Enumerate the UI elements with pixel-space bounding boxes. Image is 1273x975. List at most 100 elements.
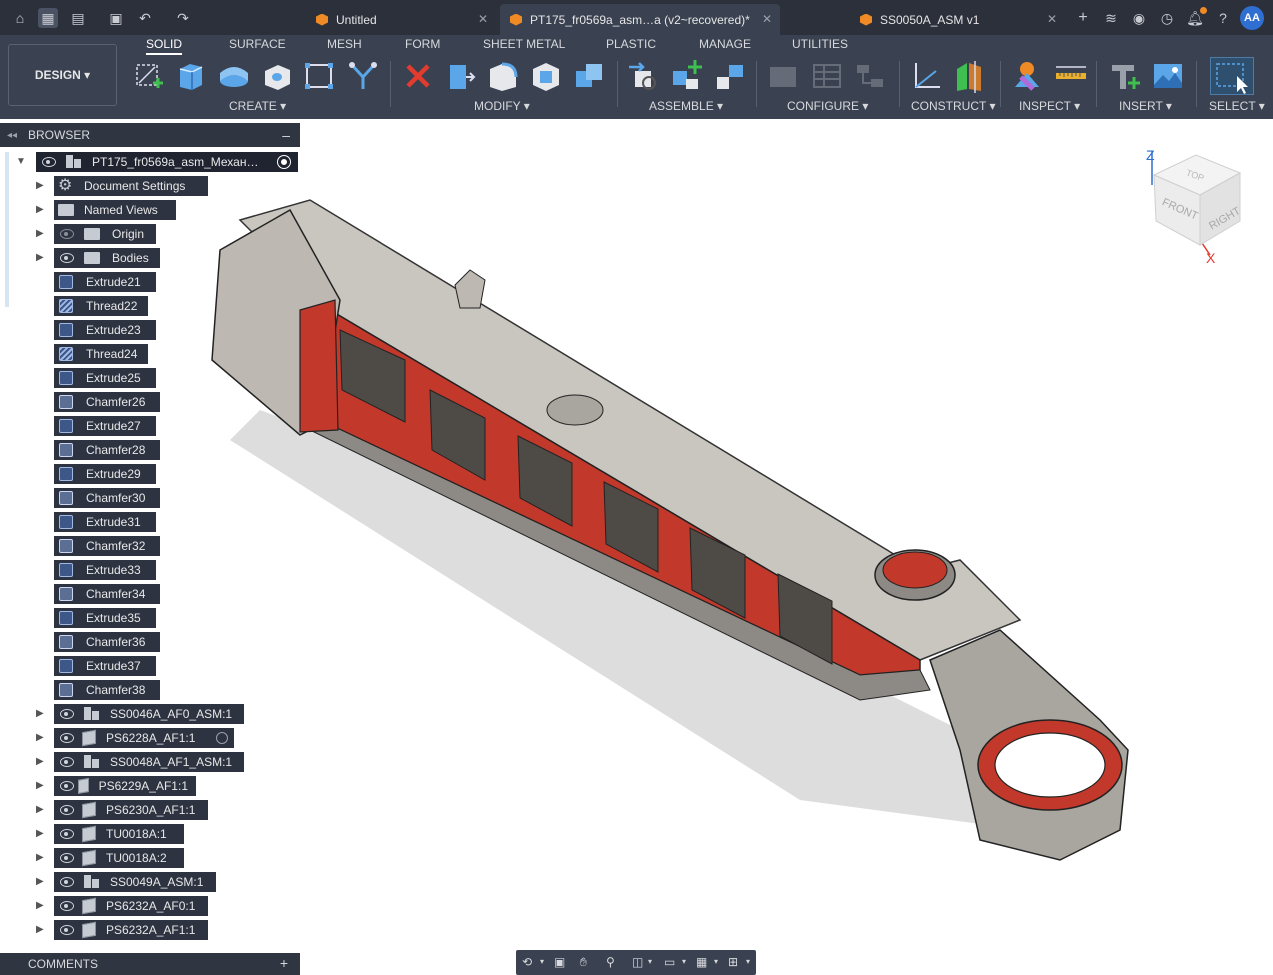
comments-panel-header[interactable]: COMMENTS + bbox=[0, 953, 300, 975]
config-table-icon[interactable] bbox=[810, 59, 844, 93]
select-tool-button[interactable] bbox=[1210, 57, 1254, 95]
new-tab-icon[interactable]: + bbox=[1073, 8, 1093, 28]
file-menu-icon[interactable]: ▤ bbox=[68, 8, 88, 28]
component-node[interactable]: PS6229A_AF1:1 bbox=[54, 776, 196, 796]
feature-node[interactable]: Extrude35 bbox=[54, 608, 156, 628]
insert-group-label[interactable]: INSERT ▾ bbox=[1119, 99, 1172, 113]
create-sketch-icon[interactable] bbox=[133, 59, 167, 93]
tab-solid[interactable]: SOLID bbox=[146, 37, 183, 55]
chevron-right-icon[interactable]: ▶ bbox=[36, 181, 46, 191]
plane-at-angle-icon[interactable] bbox=[953, 59, 987, 93]
display-settings-icon[interactable]: ▭ bbox=[664, 955, 680, 969]
feature-node[interactable]: Chamfer30 bbox=[54, 488, 160, 508]
feature-node[interactable]: Chamfer38 bbox=[54, 680, 160, 700]
chevron-down-icon[interactable]: ▼ bbox=[16, 157, 26, 167]
close-icon[interactable]: ✕ bbox=[1047, 12, 1057, 26]
revolve-icon[interactable] bbox=[217, 59, 251, 93]
shell-icon[interactable] bbox=[529, 59, 563, 93]
feature-node[interactable]: Chamfer36 bbox=[54, 632, 160, 652]
hole-icon[interactable] bbox=[260, 59, 294, 93]
chevron-right-icon[interactable]: ▶ bbox=[36, 733, 46, 743]
tab-utilities[interactable]: UTILITIES bbox=[792, 37, 848, 51]
bodies-node[interactable]: Bodies bbox=[54, 248, 160, 268]
tab-ss0050a[interactable]: SS0050A_ASM v1 ✕ bbox=[850, 4, 1065, 35]
create-group-label[interactable]: CREATE ▾ bbox=[229, 99, 286, 113]
minimize-icon[interactable]: – bbox=[282, 127, 290, 143]
viewcube[interactable]: Z X TOP FRONT RIGHT bbox=[1140, 145, 1260, 265]
chevron-right-icon[interactable]: ▶ bbox=[36, 757, 46, 767]
named-views-node[interactable]: Named Views bbox=[54, 200, 176, 220]
feature-node[interactable]: Thread24 bbox=[54, 344, 148, 364]
joint-icon[interactable] bbox=[670, 59, 704, 93]
chevron-right-icon[interactable]: ▶ bbox=[36, 805, 46, 815]
feature-node[interactable]: Extrude23 bbox=[54, 320, 156, 340]
extrude-icon[interactable] bbox=[174, 59, 208, 93]
component-node[interactable]: TU0018A:2 bbox=[54, 848, 184, 868]
avatar[interactable]: AA bbox=[1240, 6, 1264, 30]
feature-node[interactable]: Extrude33 bbox=[54, 560, 156, 580]
component-node[interactable]: PS6230A_AF1:1 bbox=[54, 800, 208, 820]
feature-node[interactable]: Extrude37 bbox=[54, 656, 156, 676]
job-status-icon[interactable]: ◉ bbox=[1129, 8, 1149, 28]
visibility-off-eye-icon[interactable] bbox=[60, 229, 74, 239]
tab-mesh[interactable]: MESH bbox=[327, 37, 362, 51]
tab-pt175-assembly[interactable]: PT175_fr0569a_asm…a (v2~recovered)* ✕ bbox=[500, 4, 780, 35]
chevron-right-icon[interactable]: ▶ bbox=[36, 709, 46, 719]
close-icon[interactable]: ✕ bbox=[762, 12, 772, 26]
component-node[interactable]: PS6232A_AF0:1 bbox=[54, 896, 208, 916]
tab-surface[interactable]: SURFACE bbox=[229, 37, 286, 51]
collapse-panel-icon[interactable]: ◂◂ bbox=[7, 130, 17, 141]
apps-grid-icon[interactable]: ▦ bbox=[38, 8, 58, 28]
mirror-icon[interactable] bbox=[346, 59, 380, 93]
chevron-right-icon[interactable]: ▶ bbox=[36, 901, 46, 911]
configure-icon[interactable] bbox=[766, 59, 800, 93]
add-comment-icon[interactable]: + bbox=[280, 955, 288, 971]
feature-node[interactable]: Extrude31 bbox=[54, 512, 156, 532]
chevron-right-icon[interactable]: ▶ bbox=[36, 253, 46, 263]
visibility-eye-icon[interactable] bbox=[42, 157, 56, 167]
viewports-icon[interactable]: ⊞ bbox=[728, 955, 744, 969]
visibility-eye-icon[interactable] bbox=[60, 877, 74, 887]
feature-node[interactable]: Chamfer32 bbox=[54, 536, 160, 556]
tab-untitled[interactable]: Untitled ✕ bbox=[306, 4, 496, 35]
visibility-eye-icon[interactable] bbox=[60, 253, 74, 263]
pan-hand-icon[interactable]: ✋︎ bbox=[580, 955, 596, 969]
chevron-right-icon[interactable]: ▶ bbox=[36, 781, 46, 791]
configure-group-label[interactable]: CONFIGURE ▾ bbox=[787, 99, 868, 113]
insert-derive-icon[interactable] bbox=[1108, 59, 1142, 93]
feature-node[interactable]: Chamfer28 bbox=[54, 440, 160, 460]
assemble-group-label[interactable]: ASSEMBLE ▾ bbox=[649, 99, 723, 113]
help-icon[interactable]: ? bbox=[1213, 8, 1233, 28]
grid-icon[interactable]: ▦ bbox=[696, 955, 712, 969]
visibility-eye-icon[interactable] bbox=[60, 853, 74, 863]
home-icon[interactable]: ⌂ bbox=[10, 8, 30, 28]
undo-icon[interactable]: ↶ bbox=[135, 8, 155, 28]
component-node[interactable]: TU0018A:1 bbox=[54, 824, 184, 844]
visibility-eye-icon[interactable] bbox=[60, 901, 74, 911]
workspace-switcher-button[interactable]: DESIGN ▾ bbox=[8, 44, 117, 106]
chevron-down-icon[interactable]: ▾ bbox=[648, 955, 664, 969]
visibility-eye-icon[interactable] bbox=[60, 709, 74, 719]
fillet-icon[interactable] bbox=[486, 59, 520, 93]
visibility-eye-icon[interactable] bbox=[60, 925, 74, 935]
delete-icon[interactable] bbox=[401, 59, 435, 93]
fit-icon[interactable]: ◫ bbox=[632, 955, 648, 969]
chevron-right-icon[interactable]: ▶ bbox=[36, 925, 46, 935]
visibility-eye-icon[interactable] bbox=[60, 829, 74, 839]
chevron-right-icon[interactable]: ▶ bbox=[36, 853, 46, 863]
press-pull-icon[interactable] bbox=[442, 59, 476, 93]
history-icon[interactable]: ◷ bbox=[1157, 8, 1177, 28]
origin-node[interactable]: Origin bbox=[54, 224, 156, 244]
chevron-right-icon[interactable]: ▶ bbox=[36, 229, 46, 239]
pattern-icon[interactable] bbox=[302, 59, 336, 93]
component-node[interactable]: PS6232A_AF1:1 bbox=[54, 920, 208, 940]
config-rule-icon[interactable] bbox=[853, 59, 887, 93]
combine-icon[interactable] bbox=[572, 59, 606, 93]
zoom-icon[interactable]: ⚲ bbox=[606, 955, 622, 969]
close-icon[interactable]: ✕ bbox=[478, 12, 488, 26]
as-built-joint-icon[interactable] bbox=[713, 59, 747, 93]
component-node[interactable]: SS0049A_ASM:1 bbox=[54, 872, 216, 892]
save-icon[interactable]: ▣ bbox=[106, 8, 126, 28]
active-component-radio[interactable] bbox=[278, 156, 290, 168]
inspect-group-label[interactable]: INSPECT ▾ bbox=[1019, 99, 1080, 113]
